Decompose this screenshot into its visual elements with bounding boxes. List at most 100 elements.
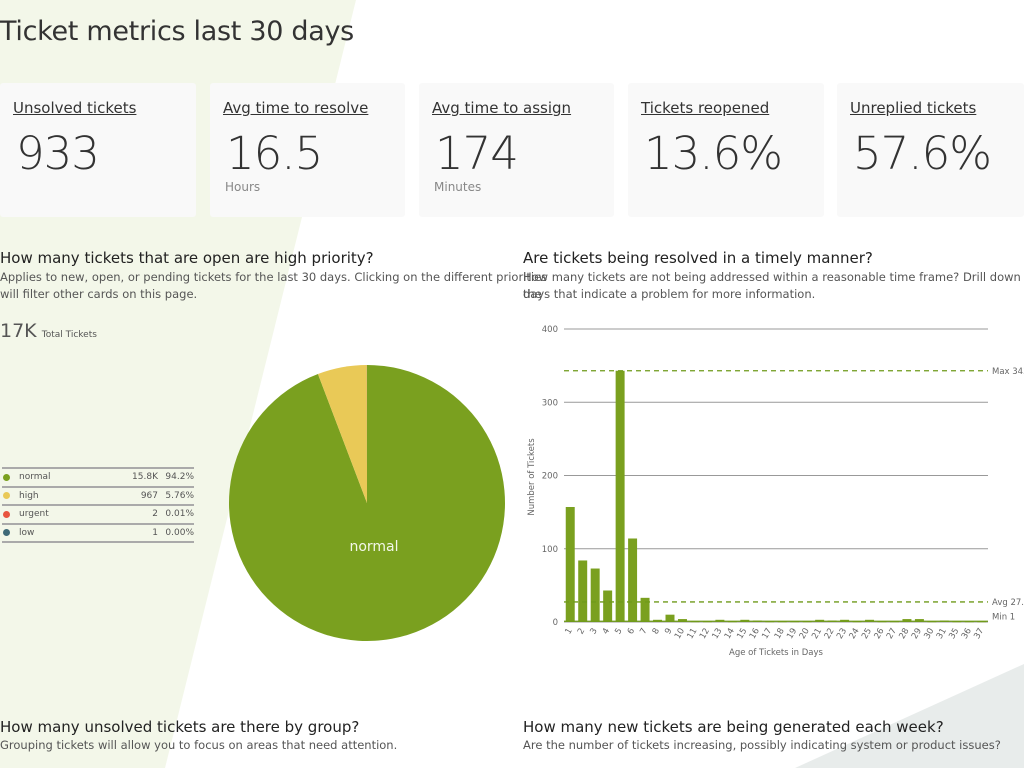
kpi-unit: Minutes — [434, 180, 482, 194]
priority-section-subtitle-1: Applies to new, open, or pending tickets… — [0, 270, 548, 284]
x-tick-label: 25 — [860, 627, 874, 641]
legend-percent: 0.01% — [165, 509, 194, 520]
x-tick-label: 5 — [613, 627, 624, 637]
x-tick-label: 27 — [885, 627, 899, 641]
groups-section-subtitle: Grouping tickets will allow you to focus… — [0, 738, 398, 752]
y-tick-label: 100 — [542, 545, 558, 555]
y-axis-label: Number of Tickets — [527, 438, 537, 516]
legend-dot-urgent — [3, 510, 10, 518]
bar-day-1[interactable] — [565, 506, 575, 622]
bar-day-4[interactable] — [603, 590, 613, 622]
total-tickets-value: 17K — [0, 320, 37, 342]
legend-count: 15.8K — [132, 472, 158, 483]
x-tick-label: 12 — [698, 627, 712, 641]
x-tick-label: 26 — [873, 627, 887, 641]
legend-row-urgent[interactable]: urgent 2 0.01% — [2, 506, 194, 525]
kpi-value: 16.5 — [226, 127, 323, 180]
kpi-value: 13.6% — [644, 127, 783, 180]
x-tick-label: 10 — [673, 627, 687, 641]
y-tick-label: 400 — [542, 325, 558, 335]
total-tickets-label: Total Tickets — [41, 330, 97, 340]
kpi-card-avg-resolve[interactable]: Avg time to resolve 16.5 Hours — [210, 83, 405, 217]
x-tick-label: 18 — [773, 627, 787, 641]
kpi-card-unreplied[interactable]: Unreplied tickets 57.6% — [837, 83, 1024, 217]
x-tick-label: 37 — [972, 627, 986, 641]
legend-dot-normal — [3, 473, 10, 481]
x-tick-label: 13 — [710, 627, 724, 641]
x-tick-label: 31 — [935, 627, 949, 641]
legend-dot-low — [3, 529, 10, 537]
reference-line-label: Min 1 — [992, 612, 1015, 622]
x-tick-label: 6 — [626, 627, 637, 637]
x-tick-label: 22 — [823, 627, 837, 641]
kpi-value: 57.6% — [853, 127, 992, 180]
bar-day-5[interactable] — [615, 370, 625, 622]
x-tick-label: 8 — [651, 627, 662, 637]
legend-count: 2 — [152, 509, 158, 520]
bar-day-2[interactable] — [578, 560, 588, 622]
priority-section-title: How many tickets that are open are high … — [0, 249, 374, 267]
kpi-value: 933 — [16, 127, 100, 180]
timeliness-section-title: Are tickets being resolved in a timely m… — [523, 249, 873, 267]
x-tick-label: 20 — [798, 627, 812, 641]
x-tick-label: 30 — [922, 627, 936, 641]
legend-dot-high — [3, 492, 10, 500]
kpi-value: 174 — [435, 127, 519, 180]
priority-section-subtitle-2: will filter other cards on this page. — [0, 287, 198, 301]
kpi-card-unsolved[interactable]: Unsolved tickets 933 — [0, 83, 196, 217]
x-tick-label: 21 — [810, 627, 824, 641]
kpi-card-avg-assign[interactable]: Avg time to assign 174 Minutes — [419, 83, 614, 217]
legend-count: 1 — [152, 527, 158, 538]
x-tick-label: 17 — [760, 627, 774, 641]
weekly-section-subtitle: Are the number of tickets increasing, po… — [523, 738, 1001, 752]
x-tick-label: 11 — [685, 627, 699, 641]
kpi-label[interactable]: Avg time to assign — [432, 99, 571, 117]
x-tick-label: 23 — [835, 627, 849, 641]
bar-day-3[interactable] — [590, 568, 600, 622]
x-axis-label: Age of Tickets in Days — [729, 648, 824, 658]
legend-name: low — [19, 527, 35, 538]
y-tick-label: 200 — [542, 472, 558, 482]
reference-line-label: Avg 27.4 — [992, 598, 1024, 608]
x-tick-label: 4 — [601, 627, 612, 637]
x-tick-label: 7 — [638, 627, 649, 637]
x-tick-label: 16 — [748, 627, 762, 641]
legend-row-low[interactable]: low 1 0.00% — [2, 525, 194, 543]
bar-day-6[interactable] — [628, 538, 638, 622]
legend-name: high — [19, 490, 39, 501]
x-tick-label: 29 — [910, 627, 924, 641]
total-tickets: 17K Total Tickets — [0, 320, 97, 342]
legend-percent: 94.2% — [165, 472, 194, 483]
x-tick-label: 19 — [785, 627, 799, 641]
x-tick-label: 35 — [947, 627, 961, 641]
legend-row-normal[interactable]: normal 15.8K 94.2% — [2, 469, 194, 488]
ticket-age-bar-chart: 0100200300400 Max 343Avg 27.4Min 1 12345… — [527, 325, 1024, 658]
kpi-label[interactable]: Avg time to resolve — [223, 99, 368, 117]
legend-percent: 0.00% — [165, 527, 194, 538]
page-title: Ticket metrics last 30 days — [0, 16, 354, 47]
x-tick-label: 14 — [723, 627, 737, 641]
y-tick-label: 0 — [553, 618, 558, 628]
x-tick-label: 28 — [897, 627, 911, 641]
legend-name: normal — [19, 472, 51, 483]
kpi-card-reopened[interactable]: Tickets reopened 13.6% — [628, 83, 824, 217]
kpi-label[interactable]: Tickets reopened — [641, 99, 769, 117]
weekly-section-title: How many new tickets are being generated… — [523, 718, 944, 736]
kpi-unit: Hours — [225, 180, 261, 194]
priority-legend: normal 15.8K 94.2% high 967 5.76% urgent… — [2, 467, 194, 543]
x-tick-label: 36 — [960, 627, 974, 641]
x-tick-label: 2 — [576, 627, 587, 637]
legend-count: 967 — [140, 490, 158, 501]
legend-percent: 5.76% — [165, 490, 194, 501]
kpi-label[interactable]: Unreplied tickets — [850, 99, 976, 117]
x-tick-label: 24 — [848, 627, 862, 641]
kpi-label[interactable]: Unsolved tickets — [13, 99, 136, 117]
timeliness-section-subtitle-2: days that indicate a problem for more in… — [523, 287, 816, 301]
x-tick-label: 15 — [735, 627, 749, 641]
priority-pie-chart: normal — [229, 365, 506, 641]
pie-slice-label: normal — [349, 539, 398, 555]
x-tick-label: 3 — [588, 627, 599, 637]
x-tick-label: 1 — [563, 627, 574, 637]
legend-row-high[interactable]: high 967 5.76% — [2, 488, 194, 506]
legend-name: urgent — [19, 509, 49, 520]
